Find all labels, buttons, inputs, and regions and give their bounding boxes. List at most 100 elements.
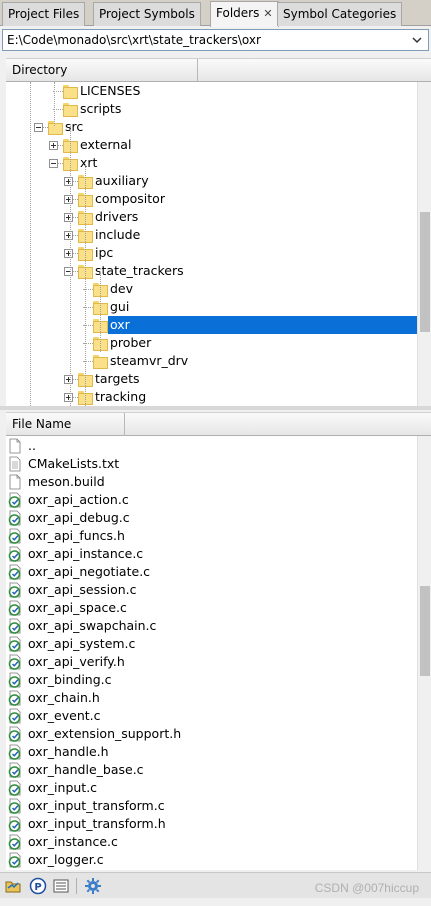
c-source-icon: [8, 744, 21, 760]
tab-project-symbols[interactable]: Project Symbols: [93, 2, 201, 26]
tree-item-label: gui: [110, 299, 130, 314]
file-row[interactable]: oxr_extension_support.h: [8, 725, 413, 743]
tree-item-steamvr-drv[interactable]: steamvr_drv: [6, 352, 417, 370]
file-row[interactable]: oxr_api_funcs.h: [8, 527, 413, 545]
file-name-header-label[interactable]: File Name: [6, 413, 125, 435]
chevron-down-icon[interactable]: [412, 35, 422, 45]
tab-label: Symbol Categories: [283, 7, 397, 21]
file-list-column-header: File Name: [6, 412, 431, 436]
file-row[interactable]: oxr_api_debug.c: [8, 509, 413, 527]
file-row[interactable]: oxr_api_verify.h: [8, 653, 413, 671]
expand-plus-icon[interactable]: [64, 393, 73, 402]
tree-item-drivers[interactable]: drivers: [6, 208, 417, 226]
file-list-scrollbar-thumb[interactable]: [420, 586, 430, 676]
tree-item-scripts[interactable]: scripts: [6, 100, 417, 118]
tab-symbol-categories[interactable]: Symbol Categories: [277, 2, 403, 26]
collapse-minus-icon[interactable]: [34, 123, 43, 132]
tab-folders[interactable]: Folders ✕: [210, 1, 279, 27]
directory-scrollbar[interactable]: [417, 82, 431, 406]
file-row[interactable]: oxr_api_session.c: [8, 581, 413, 599]
expand-plus-icon[interactable]: [49, 141, 58, 150]
tree-item-dev[interactable]: dev: [6, 280, 417, 298]
tree-item-auxiliary[interactable]: auxiliary: [6, 172, 417, 190]
file-name: oxr_handle.h: [28, 744, 109, 759]
file-row[interactable]: oxr_api_negotiate.c: [8, 563, 413, 581]
file-row[interactable]: oxr_api_swapchain.c: [8, 617, 413, 635]
expand-plus-icon[interactable]: [64, 195, 73, 204]
tree-item-prober[interactable]: prober: [6, 334, 417, 352]
file-list-scrollbar[interactable]: [417, 436, 431, 870]
tree-item-label: external: [80, 137, 132, 152]
file-name: oxr_api_funcs.h: [28, 528, 125, 543]
file-row[interactable]: ..: [8, 437, 413, 455]
settings-gear-icon[interactable]: [84, 877, 102, 895]
directory-tree[interactable]: LICENSES scripts src external xrt auxiliary co…: [6, 82, 417, 406]
c-source-icon: [8, 528, 21, 544]
expand-plus-icon[interactable]: [64, 231, 73, 240]
file-name: oxr_api_instance.c: [28, 546, 144, 561]
c-source-icon: [8, 834, 21, 850]
file-row[interactable]: oxr_chain.h: [8, 689, 413, 707]
file-row[interactable]: oxr_input_transform.h: [8, 815, 413, 833]
tree-item-label: prober: [110, 335, 152, 350]
tree-item-label: auxiliary: [95, 173, 149, 188]
file-row[interactable]: oxr_logger.c: [8, 851, 413, 869]
tree-item-external[interactable]: external: [6, 136, 417, 154]
collapse-minus-icon[interactable]: [64, 267, 73, 276]
tree-guide-line: [85, 164, 86, 406]
file-name: oxr_handle_base.c: [28, 762, 144, 777]
collapse-minus-icon[interactable]: [49, 159, 58, 168]
tree-item-oxr[interactable]: oxr: [6, 316, 417, 334]
file-row[interactable]: oxr_api_space.c: [8, 599, 413, 617]
expand-plus-icon[interactable]: [64, 177, 73, 186]
tree-item-xrt[interactable]: xrt: [6, 154, 417, 172]
tree-item-targets[interactable]: targets: [6, 370, 417, 388]
file-list[interactable]: .. CMakeLists.txt meson.build oxr_api_actio…: [6, 436, 417, 870]
file-row[interactable]: oxr_binding.c: [8, 671, 413, 689]
tree-item-label: LICENSES: [80, 83, 141, 98]
file-name: oxr_api_verify.h: [28, 654, 125, 669]
tree-item-state-trackers[interactable]: state_trackers: [6, 262, 417, 280]
tree-item-label: oxr: [108, 316, 417, 334]
file-row[interactable]: oxr_api_instance.c: [8, 545, 413, 563]
c-source-icon: [8, 564, 21, 580]
file-row[interactable]: oxr_handle_base.c: [8, 761, 413, 779]
file-row[interactable]: oxr_api_system.c: [8, 635, 413, 653]
file-row[interactable]: meson.build: [8, 473, 413, 491]
expand-plus-icon[interactable]: [64, 249, 73, 258]
expand-plus-icon[interactable]: [64, 375, 73, 384]
file-name: oxr_api_negotiate.c: [28, 564, 151, 579]
directory-scrollbar-thumb[interactable]: [420, 212, 430, 332]
tab-project-files[interactable]: Project Files: [2, 2, 86, 26]
file-row[interactable]: oxr_input.c: [8, 779, 413, 797]
file-row[interactable]: oxr_instance.c: [8, 833, 413, 851]
file-row[interactable]: oxr_event.c: [8, 707, 413, 725]
file-row[interactable]: oxr_handle.h: [8, 743, 413, 761]
open-folder-icon[interactable]: [5, 877, 23, 895]
blank-file-icon: [9, 438, 21, 454]
tree-item-gui[interactable]: gui: [6, 298, 417, 316]
file-row[interactable]: oxr_input_transform.c: [8, 797, 413, 815]
tab-label: Folders: [216, 6, 260, 20]
tree-item-label: drivers: [95, 209, 139, 224]
directory-header-label[interactable]: Directory: [6, 59, 198, 81]
tree-item-ipc[interactable]: ipc: [6, 244, 417, 262]
pane-splitter[interactable]: [0, 406, 431, 410]
tree-item-compositor[interactable]: compositor: [6, 190, 417, 208]
file-name: oxr_input.c: [28, 780, 98, 795]
file-row[interactable]: CMakeLists.txt: [8, 455, 413, 473]
tree-item-tracking[interactable]: tracking: [6, 388, 417, 406]
tree-item-label: compositor: [95, 191, 165, 206]
expand-plus-icon[interactable]: [64, 213, 73, 222]
close-icon[interactable]: ✕: [263, 3, 272, 25]
c-source-icon: [8, 618, 21, 634]
project-icon[interactable]: P: [29, 877, 47, 895]
tree-item-include[interactable]: include: [6, 226, 417, 244]
c-source-icon: [8, 816, 21, 832]
list-view-icon[interactable]: [52, 877, 70, 895]
tree-item-licenses[interactable]: LICENSES: [6, 82, 417, 100]
tree-guide-line: [30, 82, 31, 406]
folder-path-combobox[interactable]: E:\Code\monado\src\xrt\state_trackers\ox…: [2, 29, 429, 51]
tree-item-src[interactable]: src: [6, 118, 417, 136]
file-row[interactable]: oxr_api_action.c: [8, 491, 413, 509]
